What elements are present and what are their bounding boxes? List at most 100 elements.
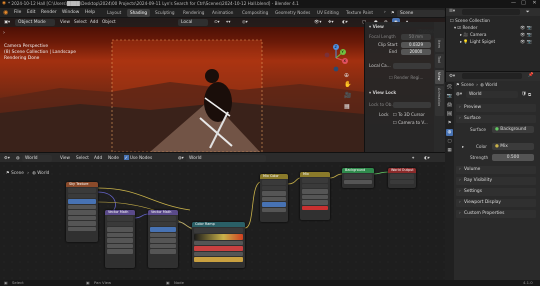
world-datablock-field[interactable]: World (186, 154, 266, 162)
scene-selector[interactable]: Scene (397, 9, 445, 17)
outliner-search-input[interactable] (462, 9, 520, 15)
node-world-output[interactable]: World Output (388, 168, 416, 188)
section-volume[interactable]: Volume (456, 166, 536, 174)
tab-tool[interactable]: Tool (435, 54, 444, 68)
close-button[interactable]: ✕ (531, 1, 538, 6)
tab-item[interactable]: Item (435, 38, 444, 52)
perspective-toggle-icon[interactable]: ▦ (344, 103, 350, 110)
lock-to-object-field[interactable] (393, 101, 431, 108)
outliner-type-icon[interactable]: ☰▾ (449, 9, 455, 14)
tab-render-icon[interactable]: 📷 (446, 93, 453, 100)
navigation-gizmo[interactable]: X Z Y (318, 40, 354, 76)
tab-uv-editing[interactable]: UV Editing (314, 9, 342, 17)
tab-collection-icon[interactable]: ▢ (446, 138, 453, 145)
menu-window[interactable]: Window (62, 10, 79, 15)
pan-hand-icon[interactable]: ✋ (344, 81, 351, 88)
menu-file[interactable]: File (14, 10, 21, 15)
node-vector-math-1[interactable]: Vector Math (105, 210, 135, 268)
color-expand-icon[interactable]: ▸ (462, 144, 464, 149)
node-editor-type-icon[interactable]: ⚙▾ (2, 154, 12, 162)
ne-menu-node[interactable]: Node (106, 154, 121, 162)
tab-view[interactable]: View (435, 70, 444, 84)
ne-menu-view[interactable]: View (58, 154, 72, 162)
properties-search-input[interactable] (462, 73, 522, 79)
world-browse-icon[interactable]: ◍▾ (456, 92, 462, 97)
mode-selector[interactable]: Object Mode (15, 19, 55, 26)
gizmo-toggle-icon[interactable]: ✥▾ (326, 18, 336, 26)
menu-edit[interactable]: Edit (27, 10, 36, 15)
tab-animation[interactable]: Animation (209, 9, 236, 17)
blender-menu-icon[interactable]: ◉ (3, 9, 8, 16)
tab-animation[interactable]: Animation (435, 86, 444, 116)
tab-shading[interactable]: Shading (127, 9, 151, 17)
view-panel-header[interactable]: ▾ View (369, 24, 384, 29)
visibility-eye-icon[interactable]: 👁 📷 (520, 32, 532, 38)
surface-shader-field[interactable]: ● Background (492, 126, 534, 133)
lock-to-3d-cursor-checkbox[interactable]: ☐ To 3D Cursor (393, 112, 425, 117)
tab-geometry-nodes[interactable]: Geometry Nodes (272, 9, 313, 17)
node-vector-math-2[interactable]: Vector Math (148, 210, 178, 268)
tab-layout[interactable]: Layout (104, 9, 124, 17)
tab-compositing[interactable]: Compositing (239, 9, 271, 17)
lock-camera-to-view-checkbox[interactable]: ☐ Camera to V... (393, 120, 428, 125)
visibility-eye-icon[interactable]: 👁 📷 (520, 25, 532, 31)
pin-icon[interactable]: 📌 (528, 73, 533, 78)
node-background[interactable]: Background (342, 168, 374, 188)
properties-world-name[interactable]: World (466, 91, 518, 98)
color-input-field[interactable]: ● Mix (492, 143, 534, 150)
section-custom-properties[interactable]: Custom Properties (456, 210, 536, 218)
tab-output-icon[interactable]: 🖨 (446, 102, 453, 109)
editor-type-icon[interactable]: ▣▾ (2, 18, 12, 26)
section-settings[interactable]: Settings (456, 188, 536, 196)
visibility-icon[interactable]: 👁▾ (312, 18, 323, 26)
strength-field[interactable]: 0.500 (492, 154, 534, 161)
snap-icon[interactable]: ⌖▾ (224, 18, 232, 26)
section-viewport-display[interactable]: Viewport Display (456, 199, 536, 207)
copy-datablock-icon[interactable]: ⧉ (528, 92, 531, 98)
properties-type-icon[interactable]: ⚙▾ (449, 74, 455, 79)
node-sky-texture[interactable]: Sky Texture (66, 182, 98, 242)
tab-rendering[interactable]: Rendering (180, 9, 207, 17)
ne-menu-add[interactable]: Add (92, 154, 104, 162)
tab-view-layer-icon[interactable]: 🖼 (446, 111, 453, 118)
color-ramp-gradient[interactable] (194, 233, 243, 240)
menu-add[interactable]: Add (88, 18, 100, 26)
outliner-item-scene-collection[interactable]: ☐ Scene Collection (448, 18, 539, 24)
zoom-icon[interactable]: ⊕ (344, 72, 349, 79)
clip-end-field[interactable]: 20000 (401, 48, 431, 55)
camera-view-icon[interactable]: 🎥 (344, 92, 351, 99)
menu-object[interactable]: Object (100, 18, 118, 26)
snap-node-icon[interactable]: ⌖ (410, 154, 416, 162)
render-region-checkbox[interactable]: ☐ Render Regi... (389, 75, 423, 80)
proportional-edit-icon[interactable]: ◎▾ (240, 18, 250, 26)
fake-user-icon[interactable]: 🛡 (521, 92, 527, 97)
view-lock-panel-header[interactable]: ▾ View Lock (369, 90, 396, 95)
use-nodes-checkbox[interactable]: ✓ Use Nodes (122, 154, 154, 162)
ne-menu-select[interactable]: Select (74, 154, 91, 162)
minimize-button[interactable]: — (510, 1, 517, 6)
section-preview[interactable]: Preview (456, 104, 536, 112)
menu-select[interactable]: Select (72, 18, 89, 26)
tab-texture-paint[interactable]: Texture Paint (343, 9, 376, 17)
overlay-toggle-icon[interactable]: ◐▾ (340, 18, 350, 26)
tab-scene-icon[interactable]: ⚑ (446, 120, 453, 127)
shader-type-selector[interactable]: World (22, 154, 52, 162)
menu-render[interactable]: Render (41, 10, 57, 15)
node-editor-canvas[interactable]: ⚑ Scene › ◍ World Sky Texture Vector Mat… (0, 162, 445, 280)
menu-view[interactable]: View (58, 18, 72, 26)
node-color-ramp[interactable]: Color Ramp (192, 222, 245, 268)
tab-tool-properties-icon[interactable]: 🛠 (446, 84, 453, 91)
section-ray-visibility[interactable]: Ray Visibility (456, 177, 536, 185)
transform-orientation[interactable]: Local (178, 19, 208, 26)
tab-sculpting[interactable]: Sculpting (152, 9, 178, 17)
clip-start-field[interactable]: 0.0329 (401, 41, 431, 48)
menu-help[interactable]: Help (85, 10, 95, 15)
focal-length-field[interactable]: 50 mm (401, 33, 431, 40)
section-surface[interactable]: Surface (456, 115, 536, 123)
tab-world-icon[interactable]: ◍ (446, 129, 453, 136)
pivot-icon[interactable]: ⊙▾ (212, 18, 222, 26)
local-camera-field[interactable] (393, 62, 431, 69)
toolbar-toggle-icon[interactable]: › (3, 30, 5, 36)
overlay-node-icon[interactable]: ◐▾ (422, 154, 432, 162)
filter-icon[interactable]: ⏷ (526, 9, 530, 15)
